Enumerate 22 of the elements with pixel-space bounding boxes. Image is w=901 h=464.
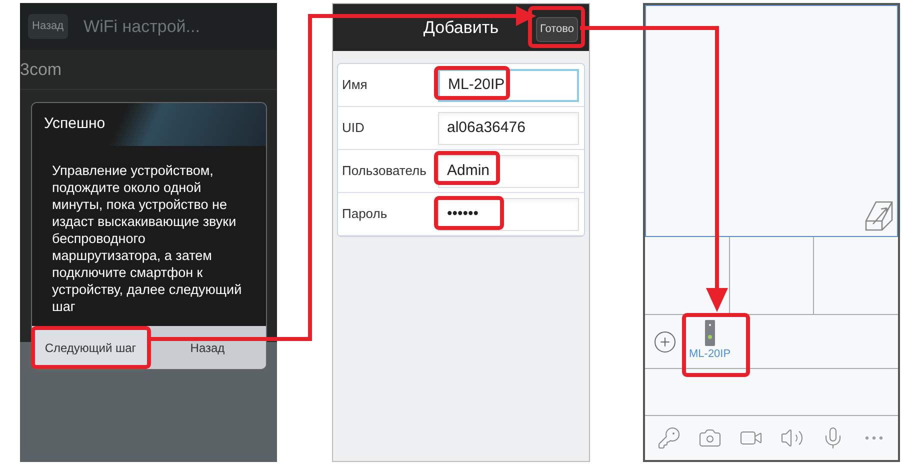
input-field[interactable]: al06a36476 bbox=[438, 112, 579, 144]
back-button[interactable]: Назад bbox=[28, 14, 68, 39]
highlight-frame bbox=[528, 6, 585, 48]
field-label: UID bbox=[341, 119, 366, 138]
highlight-frame bbox=[434, 196, 504, 230]
highlight-frame bbox=[434, 151, 500, 185]
add-icon[interactable] bbox=[653, 330, 677, 354]
dialog-message: Управление устройством, подождите около одной минуты, пока устройство не издаст выскакивающие звуки беспроводного маршрутизатора, а затем подключите смартфон к устройству, далее следующий шаг bbox=[51, 162, 243, 316]
intercom-icon[interactable] bbox=[704, 320, 715, 346]
input-field[interactable]: •••••• bbox=[438, 198, 579, 230]
network-name[interactable]: 3com bbox=[20, 56, 62, 82]
highlight-frame bbox=[682, 313, 750, 377]
input-field[interactable]: Admin bbox=[438, 154, 579, 188]
screen-title: Добавить bbox=[423, 16, 499, 39]
dialog-title: Успешно bbox=[44, 114, 106, 134]
field-label: Пользователь bbox=[341, 162, 428, 180]
field-label: Имя bbox=[341, 76, 368, 94]
input-field[interactable]: ML-20IP bbox=[438, 68, 579, 102]
screen-title: WiFi настрой... bbox=[84, 16, 200, 38]
field-label: Пароль bbox=[341, 205, 388, 224]
key-icon[interactable] bbox=[657, 426, 682, 450]
done-button[interactable]: Готово bbox=[536, 17, 578, 42]
